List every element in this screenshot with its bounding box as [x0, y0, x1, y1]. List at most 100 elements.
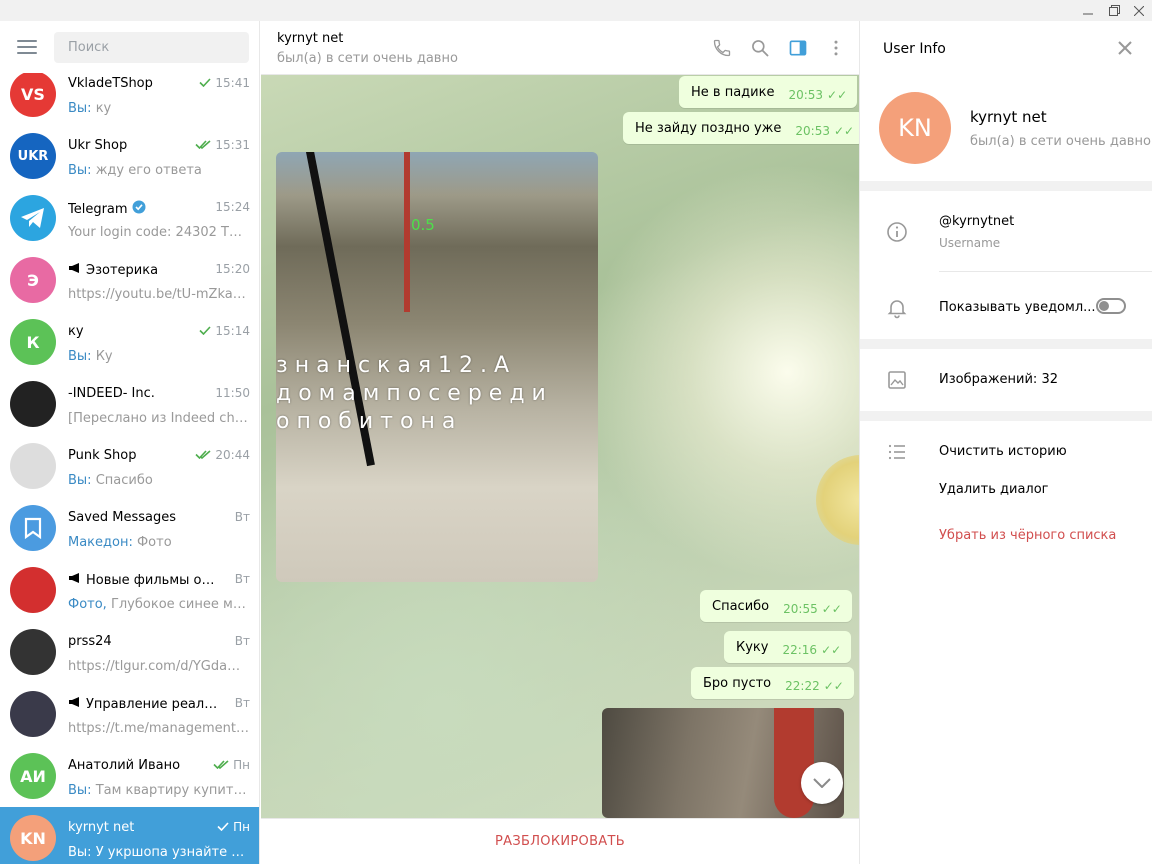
avatar: Э: [10, 257, 56, 303]
user-name: kyrnyt net: [970, 108, 1047, 126]
double-check-icon: [213, 758, 229, 772]
message-bubble[interactable]: Не в падике 20:53 ✓✓: [679, 76, 858, 108]
message-bubble[interactable]: Спасибо 20:55 ✓✓: [700, 590, 852, 622]
photo-content: [404, 152, 410, 312]
search-input[interactable]: [54, 32, 249, 63]
dialog-time: Пн: [213, 758, 250, 772]
unblock-button[interactable]: РАЗБЛОКИРОВАТЬ: [495, 834, 625, 849]
panel-title: User Info: [883, 41, 946, 57]
dialog-preview: https://tlgur.com/d/YGdaQJQg: [68, 659, 250, 674]
photo-message[interactable]: [602, 708, 844, 818]
dialog-preview: Вы: У укршопа узнайте я у ...: [68, 845, 250, 860]
avatar: [10, 505, 56, 551]
scroll-down-button[interactable]: [801, 762, 843, 804]
chat-messages-area[interactable]: Не в падике 20:53 ✓✓ Не зайду поздно уже …: [261, 75, 859, 818]
avatar: UKR: [10, 133, 56, 179]
more-icon[interactable]: [824, 36, 848, 60]
chat-status: был(а) в сети очень давно: [277, 51, 458, 66]
avatar: К: [10, 319, 56, 365]
avatar: АИ: [10, 753, 56, 799]
check-icon: [199, 324, 211, 338]
dialog-time: 15:24: [215, 200, 250, 214]
message-bubble[interactable]: Бро пусто 22:22 ✓✓: [691, 667, 854, 699]
username-value[interactable]: @kyrnytnet: [939, 214, 1014, 229]
phone-icon[interactable]: [710, 36, 734, 60]
section-divider: [860, 181, 1152, 191]
search-icon[interactable]: [748, 36, 772, 60]
window-titlebar: [0, 0, 1152, 21]
dialog-preview: Фото, Глубокое синее море...: [68, 597, 250, 612]
megaphone-icon: [68, 262, 82, 278]
sidebar-toggle-icon[interactable]: [786, 36, 810, 60]
minimize-icon[interactable]: [1075, 0, 1101, 21]
check-icon: [199, 76, 211, 90]
avatar: [10, 567, 56, 613]
avatar: [10, 195, 56, 241]
message-time: 22:16: [782, 643, 818, 657]
message-text: Спасибо: [712, 598, 770, 614]
message-text: Не зайду поздно уже: [635, 120, 782, 136]
verified-badge-icon: [132, 200, 146, 218]
dialog-item[interactable]: KN kyrnyt net Пн Вы: У укршопа узнайте я у …: [0, 807, 259, 864]
close-panel-icon[interactable]: [1115, 38, 1135, 58]
maximize-icon[interactable]: [1101, 0, 1127, 21]
double-check-icon: ✓✓: [833, 124, 855, 138]
dialog-item[interactable]: UKR Ukr Shop 15:31 Вы: жду его ответа: [0, 125, 259, 187]
message-bubble[interactable]: Не зайду поздно уже 20:53 ✓✓: [623, 112, 859, 144]
dialog-item[interactable]: Новые фильмы он... Вт Фото, Глубокое синее…: [0, 559, 259, 621]
bookmark-icon: [24, 517, 42, 539]
chat-header: kyrnyt net был(а) в сети очень давно: [261, 21, 859, 75]
notifications-label: Показывать уведомл...: [939, 300, 1096, 315]
chevron-down-icon: [813, 778, 831, 788]
notifications-toggle[interactable]: [1096, 298, 1126, 314]
wallpaper-decoration: [816, 455, 859, 545]
user-info-panel: User Info KN kyrnyt net был(а) в сети оч…: [859, 21, 1152, 864]
avatar: VS: [10, 71, 56, 117]
message-time: 20:53: [795, 124, 830, 138]
dialog-item[interactable]: Э Эзотерика 15:20 https://youtu.be/tU-mZkak…: [0, 249, 259, 311]
photo-message[interactable]: 0.5 знанская12.А домампосереди опобитона: [276, 152, 598, 582]
dialogs-list: VS VkladeTShop 15:41 Вы: ку UKR Ukr Shop 15:31…: [0, 63, 259, 864]
message-text: Не в падике: [691, 84, 775, 100]
close-icon[interactable]: [1126, 0, 1152, 21]
divider: [939, 271, 1152, 272]
dialog-item[interactable]: АИ Анатолий Ивано Пн Вы: Там квартиру купит…: [0, 745, 259, 807]
dialog-item[interactable]: prss24 Вт https://tlgur.com/d/YGdaQJQg: [0, 621, 259, 683]
user-avatar[interactable]: KN: [879, 92, 951, 164]
dialog-name: kyrnyt net: [68, 820, 135, 835]
username-label: Username: [939, 236, 1001, 250]
dialog-preview: [Переслано из Indeed channel]: [68, 411, 250, 426]
clear-history-button[interactable]: Очистить историю: [939, 444, 1067, 459]
dialog-item[interactable]: Кку 15:14 Вы: Ку: [0, 311, 259, 373]
photo-content: [774, 708, 814, 818]
dialog-item[interactable]: Telegram 15:24 Your login code: 24302 This…: [0, 187, 259, 249]
message-text: Куку: [736, 639, 769, 655]
double-check-icon: [195, 138, 211, 152]
dialog-time: Вт: [234, 634, 250, 648]
dialog-item[interactable]: Punk Shop 20:44 Вы: Спасибо: [0, 435, 259, 497]
double-check-icon: [195, 448, 211, 462]
media-images-link[interactable]: Изображений: 32: [939, 372, 1058, 387]
dialog-preview: Вы: Ку: [68, 349, 113, 364]
chat-footer: РАЗБЛОКИРОВАТЬ: [261, 818, 859, 864]
photo-overlay-text: знанская12.А домампосереди опобитона: [276, 353, 553, 434]
delete-dialog-button[interactable]: Удалить диалог: [939, 482, 1049, 497]
dialog-time: 15:31: [195, 138, 250, 152]
dialog-name: ку: [68, 324, 84, 339]
dialog-preview: https://youtu.be/tU-mZkaks...: [68, 287, 250, 302]
check-icon: [217, 820, 229, 834]
chat-title[interactable]: kyrnyt net: [277, 31, 343, 46]
message-bubble[interactable]: Куку 22:16 ✓✓: [724, 631, 852, 663]
dialog-item[interactable]: Saved Messages Вт Македон: Фото: [0, 497, 259, 559]
double-check-icon: ✓✓: [821, 602, 842, 616]
dialog-item[interactable]: Управление реальн... Вт https://t.me/manag…: [0, 683, 259, 745]
unblacklist-button[interactable]: Убрать из чёрного списка: [939, 528, 1116, 543]
dialog-name: Saved Messages: [68, 510, 177, 525]
dialog-name: Управление реальн...: [68, 696, 218, 712]
dialog-preview: Вы: жду его ответа: [68, 163, 202, 178]
message-time: 22:22: [785, 679, 820, 693]
megaphone-icon: [68, 572, 82, 588]
menu-icon[interactable]: [17, 40, 37, 54]
section-divider: [860, 411, 1152, 421]
dialog-item[interactable]: -INDEED- Inc. 11:50 [Переслано из Indeed c…: [0, 373, 259, 435]
